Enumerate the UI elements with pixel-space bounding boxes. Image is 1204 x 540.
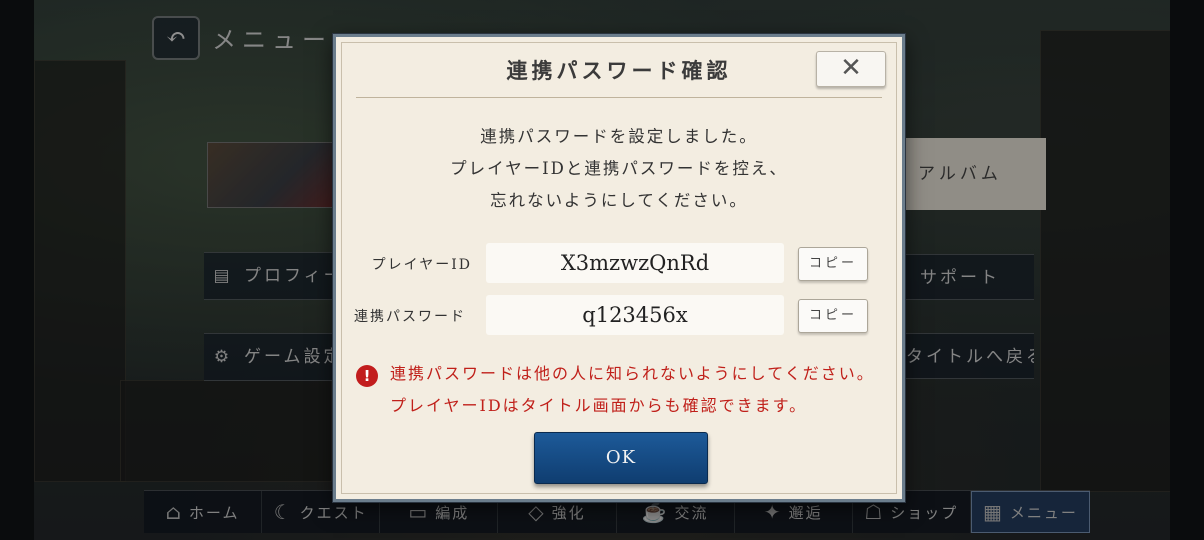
copy-player-id-button[interactable]: コピー	[798, 247, 868, 281]
close-icon: ✕	[840, 53, 862, 83]
player-id-label: プレイヤーID	[371, 257, 472, 273]
password-confirm-dialog: 連携パスワード確認 ✕ 連携パスワードを設定しました。 プレイヤーIDと連携パス…	[333, 34, 905, 502]
title-divider	[356, 97, 882, 98]
message-line-1: 連携パスワードを設定しました。	[480, 127, 758, 146]
warning-line-1: 連携パスワードは他の人に知られないようにしてください。	[390, 364, 875, 383]
ok-button[interactable]: OK	[534, 432, 708, 484]
message-line-2: プレイヤーIDと連携パスワードを控え、	[450, 159, 788, 178]
copy-password-button[interactable]: コピー	[798, 299, 868, 333]
player-id-value: X3mzwzQnRd	[486, 243, 784, 283]
password-label: 連携パスワード	[354, 309, 466, 325]
warning-line-2: プレイヤーIDはタイトル画面からも確認できます。	[390, 396, 808, 415]
warning-icon: !	[356, 365, 378, 387]
close-button[interactable]: ✕	[816, 51, 886, 87]
password-value: q123456x	[486, 295, 784, 335]
message-line-3: 忘れないようにしてください。	[490, 191, 748, 210]
